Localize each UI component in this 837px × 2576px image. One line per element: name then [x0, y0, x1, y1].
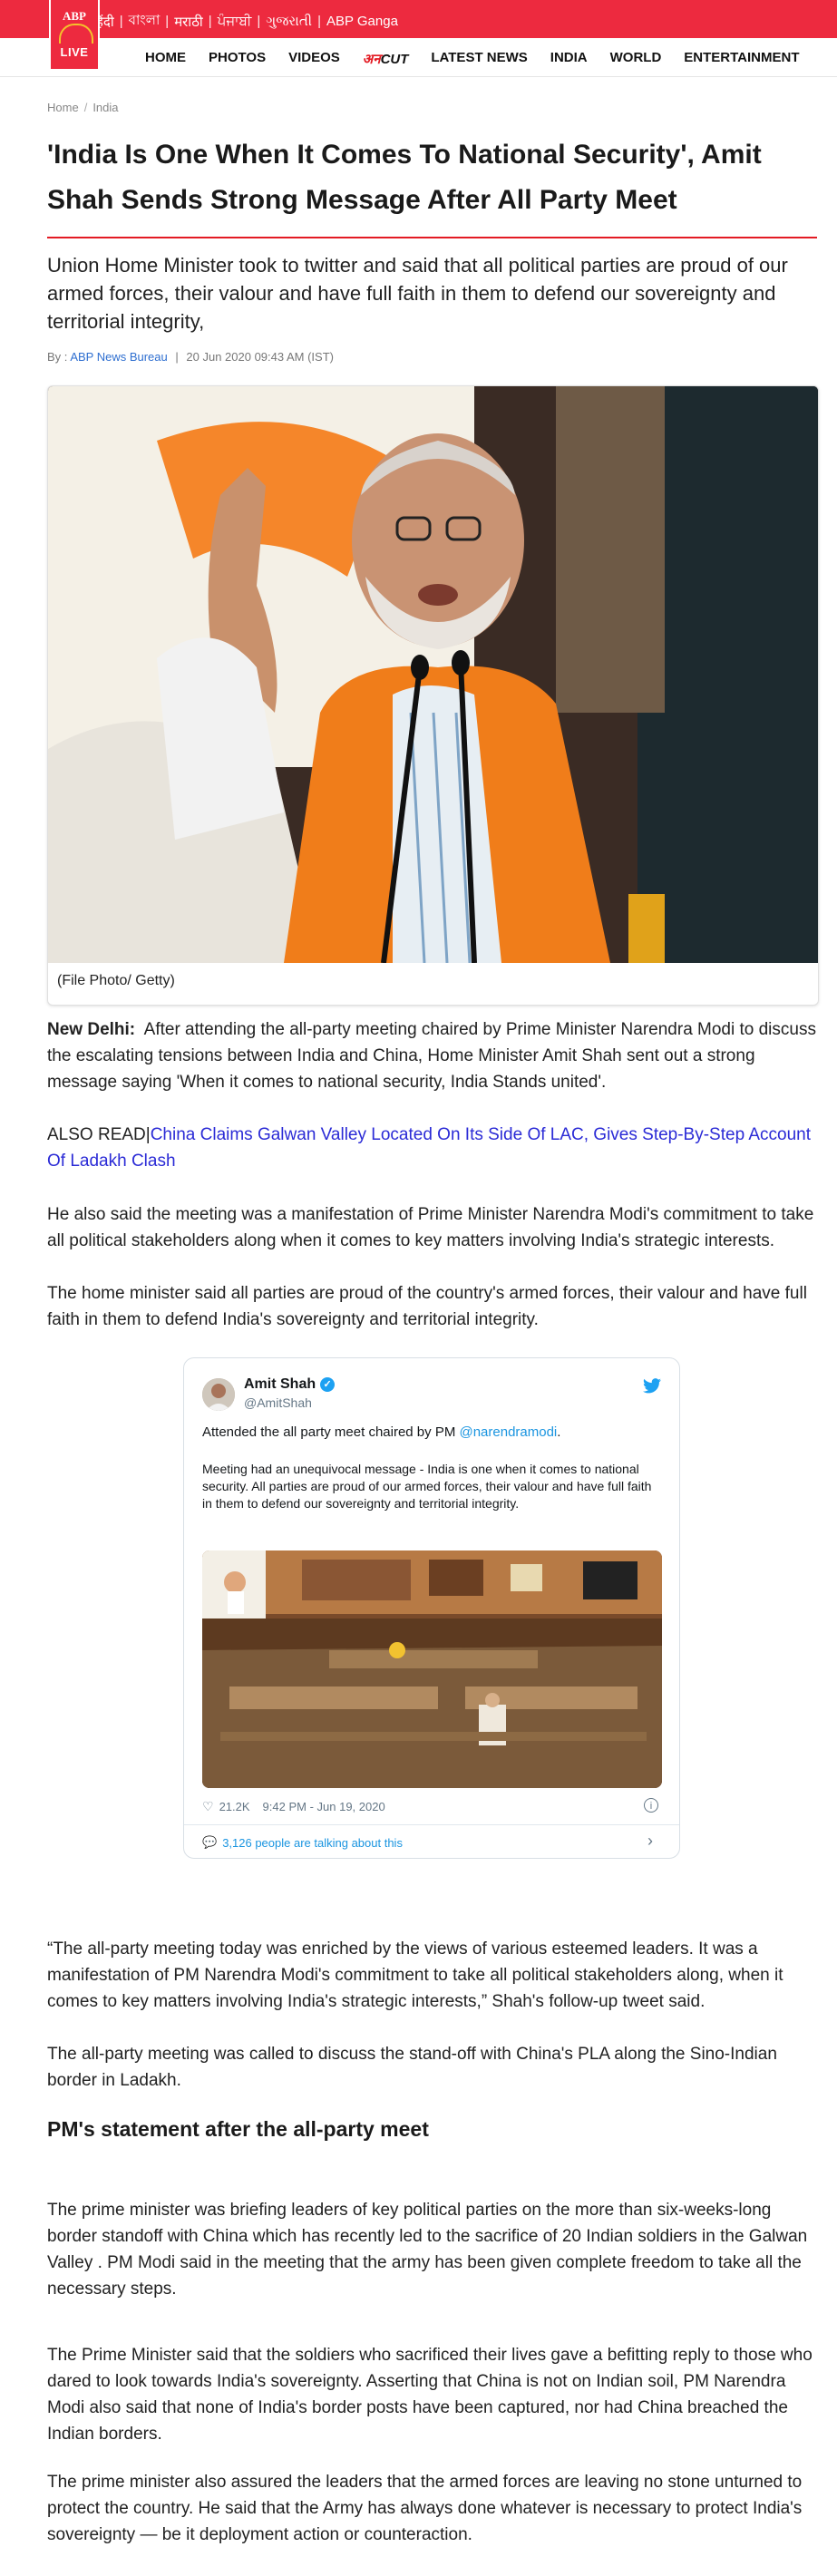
tweet-meta: ♡ 21.2K 9:42 PM - Jun 19, 2020: [202, 1799, 385, 1814]
embedded-tweet[interactable]: Amit Shah ✓ @AmitShah Attended the all p…: [183, 1357, 680, 1859]
paragraph-1-text: After attending the all-party meeting ch…: [47, 1020, 816, 1092]
byline-author-link[interactable]: ABP News Bureau: [70, 350, 167, 364]
language-links: हिंदी | বাংলা | मराठी | ਪੰਜਾਬੀ | ગુજરાતી…: [92, 10, 398, 33]
paragraph-2: He also said the meeting was a manifesta…: [47, 1205, 814, 1250]
heart-icon[interactable]: ♡: [202, 1799, 214, 1814]
tweet-conversation-text: 3,126 people are talking about this: [222, 1835, 403, 1850]
tweet-message: Meeting had an unequivocal message - Ind…: [202, 1462, 652, 1511]
nav-items: HOME PHOTOS VIDEOS अनCUT LATEST NEWS IND…: [145, 50, 800, 68]
verified-badge-icon: ✓: [320, 1377, 336, 1392]
chevron-right-icon[interactable]: ›: [647, 1832, 653, 1851]
dateline: New Delhi:: [47, 1020, 136, 1039]
main-navigation: HOME PHOTOS VIDEOS अनCUT LATEST NEWS IND…: [0, 38, 837, 77]
separator: |: [317, 14, 321, 29]
paragraph-8: The prime minister also assured the lead…: [47, 2473, 803, 2544]
tweet-mention-link[interactable]: @narendramodi: [459, 1424, 557, 1440]
byline-separator: |: [175, 350, 179, 364]
separator: |: [257, 14, 261, 29]
tweet-photo[interactable]: [202, 1550, 662, 1788]
lang-marathi-link[interactable]: मराठी: [174, 13, 203, 31]
twitter-bird-icon[interactable]: [643, 1378, 661, 1394]
lang-gujarati-link[interactable]: ગુજરાતી: [266, 14, 312, 29]
article-headline: 'India Is One When It Comes To National …: [47, 140, 762, 215]
avatar-icon: [202, 1378, 235, 1411]
lead-photo-card: (File Photo/ Getty): [47, 385, 819, 1006]
ancut-suffix: CUT: [380, 52, 409, 67]
tweet-avatar[interactable]: [202, 1378, 235, 1411]
breadcrumb-india[interactable]: India: [92, 101, 118, 114]
breadcrumb: Home / India: [47, 101, 119, 114]
tweet-author-handle[interactable]: @AmitShah: [244, 1395, 312, 1410]
nav-ancut-logo[interactable]: अनCUT: [363, 50, 409, 68]
tweet-conversation-link[interactable]: 💬 3,126 people are talking about this: [202, 1835, 403, 1850]
logo-text-top: ABP: [63, 9, 86, 23]
speech-bubble-icon: 💬: [202, 1835, 218, 1849]
paragraph-5: The all-party meeting was called to disc…: [47, 2045, 777, 2090]
headline-rule: [47, 237, 817, 238]
separator: |: [165, 14, 170, 29]
also-read-label: ALSO READ|: [47, 1125, 151, 1144]
nav-home[interactable]: HOME: [145, 50, 186, 68]
nav-india[interactable]: INDIA: [550, 50, 588, 68]
also-read-link[interactable]: China Claims Galwan Valley Located On It…: [47, 1125, 811, 1171]
paragraph-3: The home minister said all parties are p…: [47, 1284, 807, 1329]
ancut-prefix: अन: [362, 52, 381, 67]
breadcrumb-home[interactable]: Home: [47, 101, 79, 114]
nav-photos[interactable]: PHOTOS: [209, 50, 266, 68]
byline-date: 20 Jun 2020 09:43 AM (IST): [186, 350, 334, 364]
info-icon[interactable]: i: [644, 1798, 658, 1813]
paragraph-1: New Delhi: After attending the all-party…: [47, 1016, 817, 1095]
byline: By : ABP News Bureau | 20 Jun 2020 09:43…: [47, 350, 334, 364]
byline-prefix: By :: [47, 350, 68, 364]
lang-punjabi-link[interactable]: ਪੰਜਾਬੀ: [218, 14, 252, 29]
nav-world[interactable]: WORLD: [610, 50, 662, 68]
breadcrumb-separator: /: [83, 101, 88, 114]
tweet-author-name-text: Amit Shah: [244, 1376, 316, 1392]
tweet-line1-text: Attended the all party meet chaired by P…: [202, 1424, 460, 1440]
tweet-like-count: 21.2K: [219, 1800, 250, 1813]
paragraph-6: The prime minister was briefing leaders …: [47, 2201, 808, 2299]
nav-entertainment[interactable]: ENTERTAINMENT: [684, 50, 799, 68]
also-read: ALSO READ|China Claims Galwan Valley Loc…: [47, 1122, 817, 1174]
tweet-line1-end: .: [557, 1424, 561, 1440]
tweet-timestamp[interactable]: 9:42 PM - Jun 19, 2020: [263, 1800, 385, 1813]
tweet-author-name[interactable]: Amit Shah ✓: [244, 1376, 336, 1393]
abp-live-logo[interactable]: ABP LIVE: [49, 0, 100, 71]
tweet-first-line: Attended the all party meet chaired by P…: [202, 1424, 560, 1440]
lang-bangla-link[interactable]: বাংলা: [129, 10, 161, 33]
language-bar: हिंदी | বাংলা | मराठी | ਪੰਜਾਬੀ | ગુજરાતી…: [0, 0, 837, 38]
photo-caption: (File Photo/ Getty): [57, 973, 175, 988]
nav-latest-news[interactable]: LATEST NEWS: [431, 50, 527, 68]
paragraph-4: “The all-party meeting today was enriche…: [47, 1939, 783, 2011]
nav-videos[interactable]: VIDEOS: [288, 50, 340, 68]
article-standfirst: Union Home Minister took to twitter and …: [47, 254, 788, 333]
abp-ganga-link[interactable]: ABP Ganga: [326, 14, 398, 29]
logo-text-bottom: LIVE: [60, 45, 89, 59]
lead-photo: [48, 386, 818, 963]
paragraph-7: The Prime Minister said that the soldier…: [47, 2346, 813, 2444]
separator: |: [119, 14, 123, 29]
logo-arc: [59, 24, 93, 44]
separator: |: [208, 14, 212, 29]
section-subheading: PM's statement after the all-party meet: [47, 2117, 429, 2141]
tweet-divider: [184, 1824, 679, 1825]
